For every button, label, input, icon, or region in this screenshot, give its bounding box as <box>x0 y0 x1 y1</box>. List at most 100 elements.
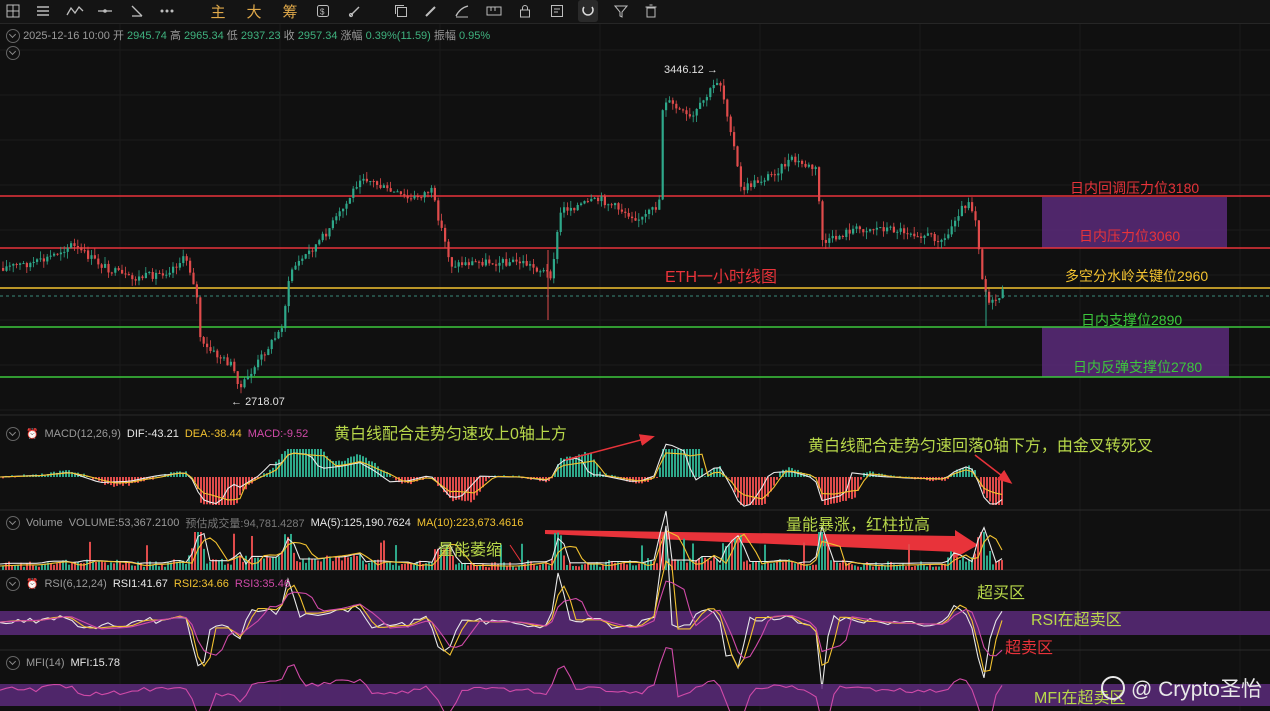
lock-icon[interactable] <box>516 0 534 22</box>
candle <box>410 198 413 200</box>
candle <box>437 200 440 221</box>
volume-bar <box>59 562 61 570</box>
candle <box>532 264 535 268</box>
macd-collapse-icon[interactable] <box>6 427 20 441</box>
candle <box>811 164 814 170</box>
volume-bar <box>548 565 550 570</box>
volume-bar <box>536 565 538 570</box>
collapse-icon[interactable] <box>6 29 20 44</box>
horizontal-line-icon[interactable] <box>96 0 114 22</box>
candle <box>501 259 504 263</box>
candle <box>729 116 732 133</box>
candle <box>355 187 358 189</box>
macd-bar <box>575 456 577 477</box>
volume-bar <box>515 567 517 570</box>
candle <box>913 233 916 237</box>
brush-icon[interactable] <box>452 0 472 22</box>
volume-bar <box>263 558 265 570</box>
candle <box>121 269 124 274</box>
candle <box>787 159 790 167</box>
ray-line-icon[interactable] <box>128 0 146 22</box>
candle <box>484 259 487 266</box>
support-2890-label: 日内支撑位2890 <box>1081 312 1183 328</box>
candle <box>569 207 572 211</box>
grid-icon[interactable] <box>4 0 22 22</box>
indicator-icon[interactable] <box>64 0 86 22</box>
volume-bar <box>431 562 433 570</box>
measure-icon[interactable] <box>484 0 504 22</box>
macd-bar <box>308 449 310 477</box>
candle <box>70 243 73 248</box>
menu-icon[interactable] <box>34 0 52 22</box>
rsi-collapse-icon[interactable] <box>6 577 20 591</box>
candle <box>386 185 389 189</box>
copy-icon[interactable] <box>392 0 410 22</box>
large-order-button[interactable]: 大 <box>244 0 264 22</box>
chip-distribution-button[interactable]: 筹 <box>280 0 300 22</box>
candle <box>933 233 936 242</box>
macd-bar <box>986 477 988 499</box>
resistance-3180-label: 日内回调压力位3180 <box>1070 180 1200 196</box>
volume-bar <box>299 562 301 570</box>
candle <box>127 274 130 276</box>
volume-bar <box>278 556 280 570</box>
macd-bar <box>341 461 343 477</box>
candle <box>396 191 399 193</box>
mfi-collapse-icon[interactable] <box>6 656 20 670</box>
volume-bar <box>305 562 307 570</box>
chart-canvas[interactable] <box>0 0 1270 711</box>
filter-icon[interactable] <box>612 0 630 22</box>
trash-icon[interactable] <box>642 0 660 22</box>
draw-tool-icon[interactable] <box>346 0 364 22</box>
volume-bar <box>992 564 994 570</box>
volume-estimate: 预估成交量:94,781.4287 <box>185 518 305 530</box>
volume-bar <box>77 561 79 570</box>
macd-alert-icon[interactable]: ⏰ <box>26 429 38 440</box>
main-chart-button[interactable]: 主 <box>208 0 228 22</box>
candle <box>665 102 668 111</box>
candle <box>12 264 15 266</box>
candle <box>763 180 766 182</box>
macd-bar <box>983 477 985 494</box>
candle <box>750 183 753 187</box>
volume-bar <box>632 565 634 570</box>
compare-icon[interactable]: $ <box>314 0 332 22</box>
macd-bar <box>572 457 574 477</box>
magnet-icon[interactable] <box>578 0 598 22</box>
candle <box>277 331 280 339</box>
note-icon[interactable] <box>548 0 566 22</box>
macd-bar <box>347 458 349 477</box>
volume-bar <box>914 565 916 570</box>
low-label: 低 <box>226 30 238 42</box>
candle <box>450 257 453 267</box>
volume-bar <box>134 565 136 570</box>
volume-bar <box>98 560 100 570</box>
candle <box>967 202 970 209</box>
mfi-header: MFI(14) MFI:15.78 <box>6 656 120 670</box>
candle <box>784 164 787 167</box>
rsi-alert-icon[interactable]: ⏰ <box>26 579 38 590</box>
volume-annotation-right: 量能暴涨，红柱拉高 <box>786 517 931 534</box>
more-icon[interactable] <box>158 0 176 22</box>
volume-bar <box>50 563 52 570</box>
volume-bar <box>362 560 364 570</box>
volume-annotation-left: 量能萎缩 <box>438 542 503 559</box>
candle <box>937 241 940 243</box>
volume-bar <box>152 565 154 570</box>
pencil-icon[interactable] <box>422 0 440 22</box>
volume-bar <box>707 560 709 570</box>
volume-collapse-icon[interactable] <box>6 516 20 530</box>
candle <box>416 195 419 198</box>
candle <box>556 231 559 260</box>
volume-bar <box>539 564 541 570</box>
candle <box>29 262 32 268</box>
volume-bar <box>101 561 103 570</box>
candle <box>624 211 627 213</box>
candle <box>858 226 861 230</box>
volume-bar <box>851 564 853 570</box>
candle <box>229 361 232 366</box>
candle <box>780 164 783 174</box>
volume-bar <box>623 562 625 570</box>
macd-bar <box>44 475 46 477</box>
expand-icon[interactable] <box>6 46 20 60</box>
